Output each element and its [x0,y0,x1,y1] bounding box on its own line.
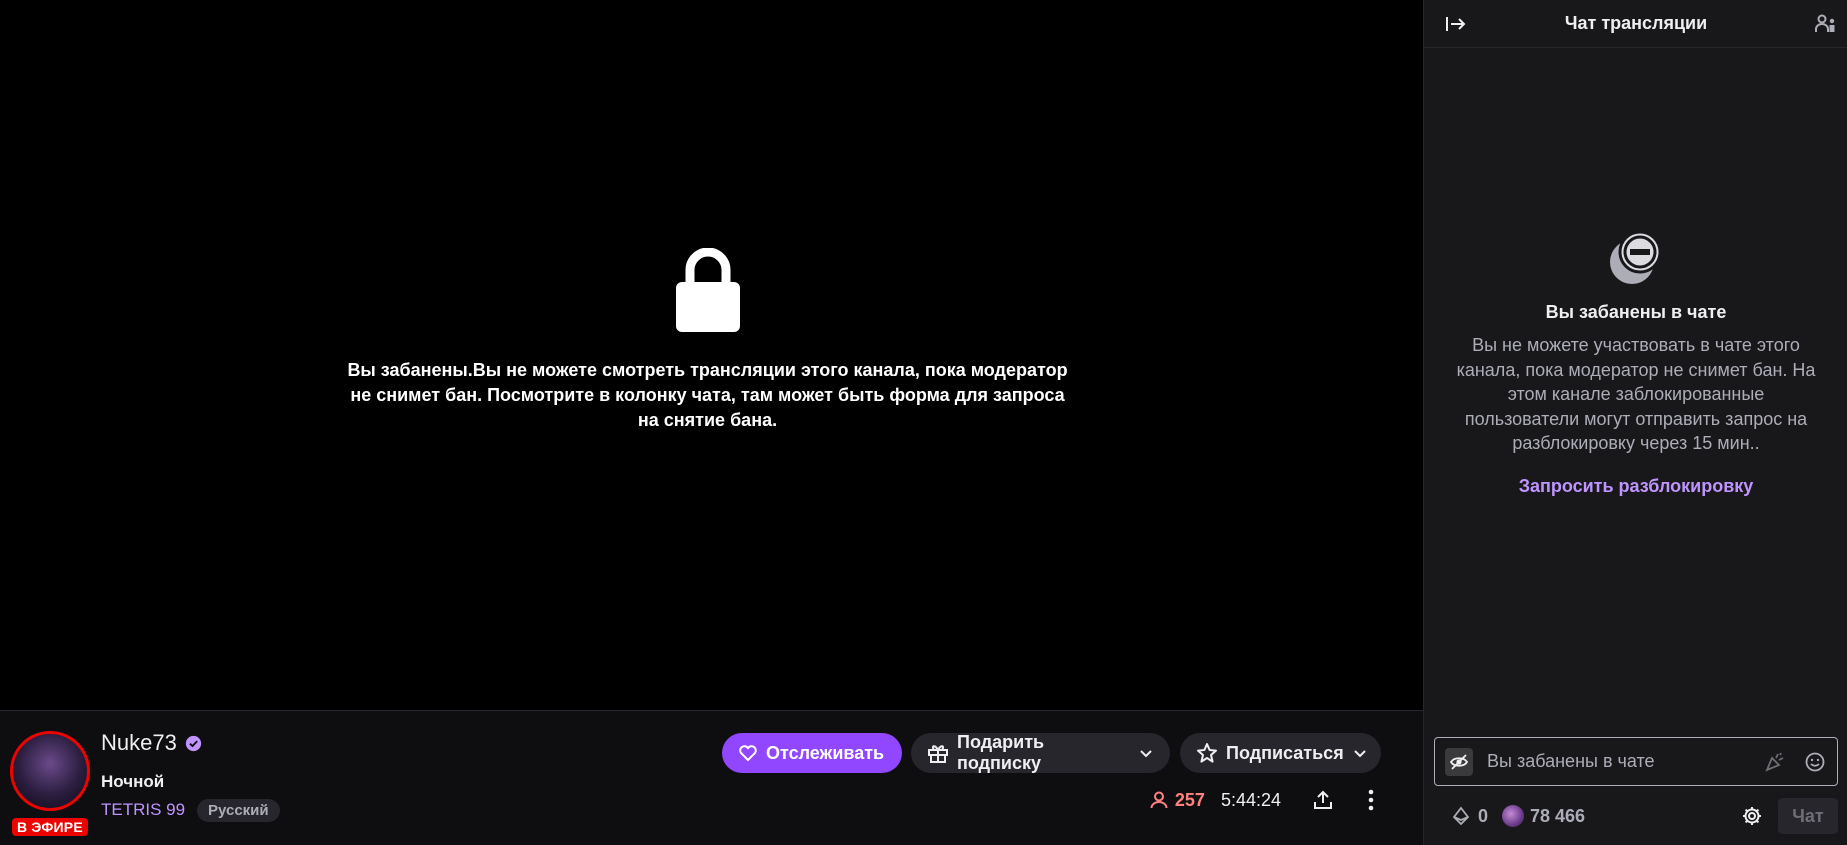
chat-footer: 0 78 466 Чат [1424,798,1847,834]
heart-icon [739,745,757,762]
party-icon[interactable] [1763,750,1787,774]
request-unban-link[interactable]: Запросить разблокировку [1444,476,1828,497]
channel-name-row: Nuke73 [101,730,202,756]
live-badge: В ЭФИРЕ [12,818,88,836]
follow-button[interactable]: Отслеживать [722,733,902,773]
subscribe-button[interactable]: Подписаться [1180,733,1381,773]
language-tag[interactable]: Русский [197,799,280,822]
ban-icon [1610,230,1662,284]
avatar-container[interactable]: В ЭФИРЕ [10,731,90,836]
emote-icon[interactable] [1803,750,1827,774]
more-options-icon[interactable] [1359,788,1383,812]
player-ban-overlay: Вы забанены.Вы не можете смотреть трансл… [340,248,1075,433]
gift-sub-label: Подарить подписку [957,732,1045,773]
person-icon [1150,791,1168,809]
chat-ban-text: Вы не можете участвовать в чате этого ка… [1456,335,1816,453]
channel-info-bar: В ЭФИРЕ Nuke73 Ночной TETRIS 99 Русский … [0,710,1423,845]
share-icon[interactable] [1311,788,1335,812]
chat-send-button[interactable]: Чат [1778,798,1838,834]
subscribe-label: Подписаться [1226,742,1344,763]
app: Вы забанены.Вы не можете смотреть трансл… [0,0,1847,845]
chevron-down-icon [1353,750,1366,758]
stream-title: Ночной [101,772,165,791]
community-icon[interactable] [1814,12,1838,36]
channel-points-icon[interactable] [1502,805,1525,827]
gear-icon[interactable] [1740,804,1764,828]
stream-stats: 257 5:44:24 [1149,788,1383,812]
chat-title: Чат трансляции [1564,13,1708,33]
lock-icon [675,248,740,332]
category-link[interactable]: TETRIS 99 [101,800,185,820]
follow-label: Отслеживать [766,742,885,763]
channel-points-count: 78 466 [1530,805,1586,826]
gift-sub-button[interactable]: Подарить подписку [911,732,1170,773]
chat-ban-title: Вы забанены в чате [1545,302,1727,322]
chat-ban-notice: Вы забанены в чате Вы не можете участвов… [1444,228,1828,497]
viewer-count: 257 [1149,790,1205,811]
chevron-down-icon [1140,750,1152,758]
channel-name[interactable]: Nuke73 [101,730,177,756]
chat-input[interactable]: Вы забанены в чате [1434,737,1838,786]
bits-icon[interactable] [1450,805,1472,827]
verified-icon [185,735,201,751]
collapse-chat-icon[interactable] [1444,12,1468,36]
chat-input-text: Вы забанены в чате [1487,751,1655,771]
bits-count: 0 [1478,805,1489,826]
player-ban-message: Вы забанены.Вы не можете смотреть трансл… [347,360,1068,430]
chat-header: Чат трансляции [1424,0,1847,48]
chat-panel: Чат трансляции Вы забанены в чате Вы не … [1423,0,1847,845]
uptime: 5:44:24 [1220,789,1281,810]
gift-icon [928,745,948,763]
avatar[interactable] [10,731,90,811]
video-player[interactable]: Вы забанены.Вы не можете смотреть трансл… [0,0,1423,710]
star-icon [1197,743,1217,763]
hidden-eye-icon [1445,747,1473,776]
viewer-count-value: 257 [1174,789,1205,810]
